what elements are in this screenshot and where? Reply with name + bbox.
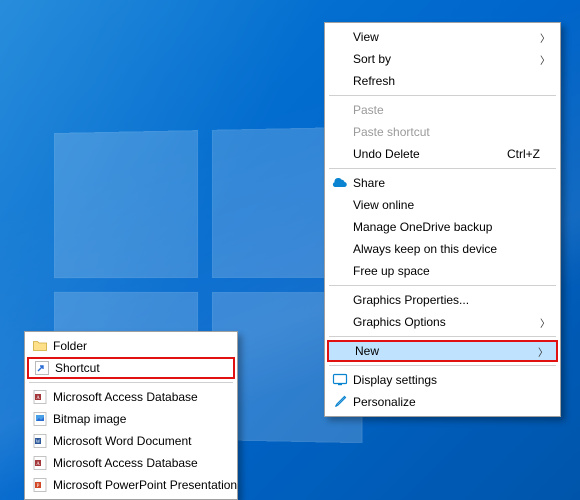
menu-item-label: Share xyxy=(353,176,385,190)
menu-item-view[interactable]: View 〉 xyxy=(327,26,558,48)
bitmap-image-icon xyxy=(32,411,48,427)
menu-item-view-online[interactable]: View online xyxy=(327,194,558,216)
submenu-item-folder[interactable]: Folder xyxy=(27,335,235,357)
folder-icon xyxy=(32,338,48,354)
menu-item-label: Undo Delete xyxy=(353,147,420,161)
submenu-item-label: Shortcut xyxy=(55,361,100,375)
display-icon xyxy=(332,372,348,388)
menu-item-label: Refresh xyxy=(353,74,395,88)
svg-text:P: P xyxy=(37,484,40,489)
menu-separator xyxy=(329,336,556,337)
menu-item-personalize[interactable]: Personalize xyxy=(327,391,558,413)
submenu-item-access-database-2[interactable]: A Microsoft Access Database xyxy=(27,452,235,474)
menu-separator xyxy=(329,365,556,366)
powerpoint-icon: P xyxy=(32,477,48,493)
menu-separator xyxy=(329,168,556,169)
menu-item-label: Personalize xyxy=(353,395,416,409)
menu-item-graphics-options[interactable]: Graphics Options 〉 xyxy=(327,311,558,333)
submenu-item-label: Bitmap image xyxy=(53,412,126,426)
svg-text:A: A xyxy=(36,396,40,401)
svg-text:A: A xyxy=(36,462,40,467)
menu-item-label: View xyxy=(353,30,379,44)
menu-item-new[interactable]: New 〉 xyxy=(327,340,558,362)
menu-item-graphics-properties[interactable]: Graphics Properties... xyxy=(327,289,558,311)
menu-item-paste-shortcut: Paste shortcut xyxy=(327,121,558,143)
menu-item-label: Paste shortcut xyxy=(353,125,430,139)
submenu-item-label: Folder xyxy=(53,339,87,353)
personalize-icon xyxy=(332,394,348,410)
shortcut-icon xyxy=(34,360,50,376)
chevron-right-icon: 〉 xyxy=(540,315,550,330)
desktop-context-menu: View 〉 Sort by 〉 Refresh Paste Paste sho… xyxy=(324,22,561,417)
menu-item-display-settings[interactable]: Display settings xyxy=(327,369,558,391)
menu-item-label: Free up space xyxy=(353,264,430,278)
menu-item-refresh[interactable]: Refresh xyxy=(327,70,558,92)
menu-item-undo-delete[interactable]: Undo Delete Ctrl+Z xyxy=(327,143,558,165)
menu-item-always-keep[interactable]: Always keep on this device xyxy=(327,238,558,260)
submenu-item-shortcut[interactable]: Shortcut xyxy=(27,357,235,379)
submenu-item-label: Microsoft PowerPoint Presentation xyxy=(53,478,237,492)
submenu-item-powerpoint[interactable]: P Microsoft PowerPoint Presentation xyxy=(27,474,235,496)
chevron-right-icon: 〉 xyxy=(540,52,550,67)
menu-separator xyxy=(329,95,556,96)
submenu-item-label: Microsoft Word Document xyxy=(53,434,192,448)
menu-item-shortcut: Ctrl+Z xyxy=(507,147,550,161)
menu-item-label: View online xyxy=(353,198,414,212)
submenu-item-access-database[interactable]: A Microsoft Access Database xyxy=(27,386,235,408)
menu-item-free-up-space[interactable]: Free up space xyxy=(327,260,558,282)
menu-separator xyxy=(329,285,556,286)
menu-separator xyxy=(29,382,233,383)
submenu-item-bitmap-image[interactable]: Bitmap image xyxy=(27,408,235,430)
submenu-item-word-document[interactable]: W Microsoft Word Document xyxy=(27,430,235,452)
menu-item-label: Graphics Properties... xyxy=(353,293,469,307)
menu-item-paste: Paste xyxy=(327,99,558,121)
chevron-right-icon: 〉 xyxy=(540,30,550,45)
new-submenu: Folder Shortcut A Microsoft Access Datab… xyxy=(24,331,238,500)
menu-item-label: Paste xyxy=(353,103,384,117)
menu-item-manage-onedrive[interactable]: Manage OneDrive backup xyxy=(327,216,558,238)
menu-item-label: New xyxy=(355,344,379,358)
menu-item-sort-by[interactable]: Sort by 〉 xyxy=(327,48,558,70)
cloud-share-icon xyxy=(332,175,348,191)
chevron-right-icon: 〉 xyxy=(538,344,548,359)
svg-text:W: W xyxy=(36,440,41,445)
menu-item-label: Sort by xyxy=(353,52,391,66)
menu-item-label: Manage OneDrive backup xyxy=(353,220,492,234)
access-db-icon: A xyxy=(32,389,48,405)
menu-item-label: Display settings xyxy=(353,373,437,387)
access-db-icon: A xyxy=(32,455,48,471)
menu-item-share[interactable]: Share xyxy=(327,172,558,194)
menu-item-label: Always keep on this device xyxy=(353,242,497,256)
submenu-item-label: Microsoft Access Database xyxy=(53,456,198,470)
menu-item-label: Graphics Options xyxy=(353,315,446,329)
word-doc-icon: W xyxy=(32,433,48,449)
submenu-item-label: Microsoft Access Database xyxy=(53,390,198,404)
